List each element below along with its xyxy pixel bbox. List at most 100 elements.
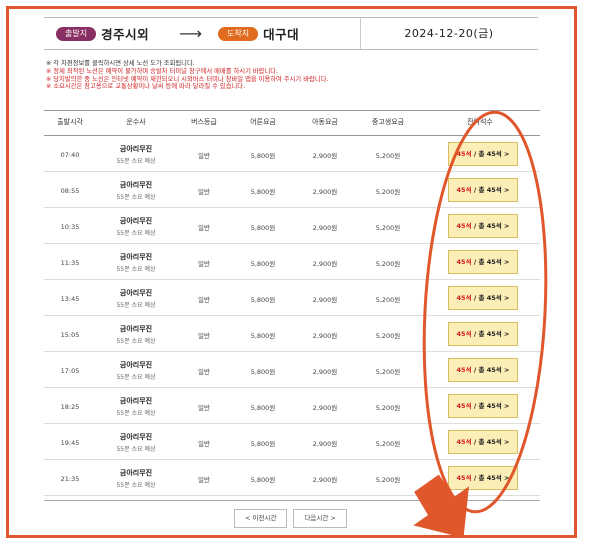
table-row[interactable]: 15:05 금아리무진 55분 소요 예상 일반 5,800원 2,900원 5,200원 4…	[44, 317, 540, 352]
bus-grade: 일반	[198, 475, 210, 484]
table-row[interactable]: 18:25 금아리무진 55분 소요 예상 일반 5,800원 2,900원 5,200원 4…	[44, 389, 540, 424]
adult-fare: 5,800원	[250, 439, 276, 448]
remaining-seats: 45석	[456, 150, 472, 158]
notice-item: ※ 소요시간은 참고용으로 교통상황이나 날씨 등에 따라 달라질 수 있습니다…	[46, 83, 246, 91]
remaining-seats: 45석	[456, 294, 472, 302]
departure-time: 17:05	[60, 366, 80, 375]
company-name: 금아리무진	[119, 433, 153, 441]
child-fare: 2,900원	[312, 187, 338, 196]
company-name: 금아리무진	[119, 289, 153, 297]
total-seats: / 총 45석 >	[473, 186, 510, 194]
company-name: 금아리무진	[119, 397, 153, 405]
table-row[interactable]: 07:40 금아리무진 55분 소요 예상 일반 5,800원 2,900원 5,200원 4…	[44, 137, 540, 172]
table-row[interactable]: 21:35 금아리무진 55분 소요 예상 일반 5,800원 2,900원 5,200원 4…	[44, 461, 540, 496]
seat-select-button[interactable]: 45석 / 총 45석 >	[448, 178, 518, 202]
table-row[interactable]: 08:55 금아리무진 55분 소요 예상 일반 5,800원 2,900원 5,200원 4…	[44, 173, 540, 208]
student-fare: 5,200원	[375, 259, 401, 268]
table-row[interactable]: 13:45 금아리무진 55분 소요 예상 일반 5,800원 2,900원 5,200원 4…	[44, 281, 540, 316]
company-cell: 금아리무진 55분 소요 예상	[96, 425, 176, 460]
route-header: 출발지 경주시외 ⟶ 도착지 대구대 2024-12-20(금)	[44, 17, 538, 50]
schedule-table: 출발시각 운수사 버스등급 어른요금 아동요금 중고생요금 잔여석수 07:40…	[44, 110, 540, 496]
company-cell: 금아리무진 55분 소요 예상	[96, 461, 176, 496]
remaining-seats: 45석	[456, 474, 472, 482]
header-company: 운수사	[126, 118, 146, 126]
company-cell: 금아리무진 55분 소요 예상	[96, 281, 176, 316]
table-body: 07:40 금아리무진 55분 소요 예상 일반 5,800원 2,900원 5,200원 4…	[44, 137, 540, 496]
travel-duration: 55분 소요 예상	[116, 374, 156, 381]
travel-duration: 55분 소요 예상	[116, 482, 156, 489]
adult-fare: 5,800원	[250, 295, 276, 304]
bus-grade: 일반	[198, 259, 210, 268]
table-header: 출발시각 운수사 버스등급 어른요금 아동요금 중고생요금 잔여석수	[44, 110, 540, 136]
company-name: 금아리무진	[119, 145, 153, 153]
total-seats: / 총 45석 >	[473, 258, 510, 266]
departure-city: 경주시외	[101, 27, 150, 42]
company-name: 금아리무진	[119, 361, 153, 369]
remaining-seats: 45석	[456, 186, 472, 194]
student-fare: 5,200원	[375, 475, 401, 484]
student-fare: 5,200원	[375, 223, 401, 232]
company-name: 금아리무진	[119, 217, 153, 225]
travel-duration: 55분 소요 예상	[116, 446, 156, 453]
adult-fare: 5,800원	[250, 151, 276, 160]
seat-select-button[interactable]: 45석 / 총 45석 >	[448, 214, 518, 238]
seat-select-button[interactable]: 45석 / 총 45석 >	[448, 322, 518, 346]
company-name: 금아리무진	[119, 469, 153, 477]
header-remaining-seats: 잔여석수	[467, 118, 493, 126]
company-cell: 금아리무진 55분 소요 예상	[96, 137, 176, 172]
travel-duration: 55분 소요 예상	[116, 410, 156, 417]
child-fare: 2,900원	[312, 259, 338, 268]
departure-time: 08:55	[60, 186, 80, 195]
departure-time: 11:35	[60, 258, 80, 267]
seat-select-button[interactable]: 45석 / 총 45석 >	[448, 250, 518, 274]
student-fare: 5,200원	[375, 331, 401, 340]
student-fare: 5,200원	[375, 187, 401, 196]
seat-select-button[interactable]: 45석 / 총 45석 >	[448, 430, 518, 454]
header-departure-time: 출발시각	[57, 118, 83, 126]
adult-fare: 5,800원	[250, 223, 276, 232]
company-cell: 금아리무진 55분 소요 예상	[96, 209, 176, 244]
company-cell: 금아리무진 55분 소요 예상	[96, 317, 176, 352]
previous-time-button[interactable]: < 이전시간	[234, 509, 288, 528]
departure-badge: 출발지	[56, 26, 97, 41]
departure-date: 2024-12-20(금)	[404, 27, 494, 40]
seat-select-button[interactable]: 45석 / 총 45석 >	[448, 358, 518, 382]
total-seats: / 총 45석 >	[473, 366, 510, 374]
seat-select-button[interactable]: 45석 / 총 45석 >	[448, 466, 518, 490]
bus-grade: 일반	[198, 403, 210, 412]
departure-time: 19:45	[60, 438, 80, 447]
next-time-button[interactable]: 다음시간 >	[293, 509, 347, 528]
departure-time: 13:45	[60, 294, 80, 303]
child-fare: 2,900원	[312, 367, 338, 376]
header-student-fare: 중고생요금	[371, 118, 405, 126]
child-fare: 2,900원	[312, 475, 338, 484]
table-row[interactable]: 11:35 금아리무진 55분 소요 예상 일반 5,800원 2,900원 5,200원 4…	[44, 245, 540, 280]
travel-duration: 55분 소요 예상	[116, 302, 156, 309]
table-row[interactable]: 17:05 금아리무진 55분 소요 예상 일반 5,800원 2,900원 5,200원 4…	[44, 353, 540, 388]
company-name: 금아리무진	[119, 325, 153, 333]
arrival-city: 대구대	[263, 27, 300, 42]
seat-select-button[interactable]: 45석 / 총 45석 >	[448, 286, 518, 310]
table-row[interactable]: 19:45 금아리무진 55분 소요 예상 일반 5,800원 2,900원 5,200원 4…	[44, 425, 540, 460]
seat-select-button[interactable]: 45석 / 총 45석 >	[448, 142, 518, 166]
seat-select-button[interactable]: 45석 / 총 45석 >	[448, 394, 518, 418]
table-row[interactable]: 10:35 금아리무진 55분 소요 예상 일반 5,800원 2,900원 5,200원 4…	[44, 209, 540, 244]
company-name: 금아리무진	[119, 181, 153, 189]
travel-duration: 55분 소요 예상	[116, 230, 156, 237]
bus-grade: 일반	[198, 151, 210, 160]
travel-duration: 55분 소요 예상	[116, 194, 156, 201]
departure-time: 21:35	[60, 474, 80, 483]
company-cell: 금아리무진 55분 소요 예상	[96, 245, 176, 280]
child-fare: 2,900원	[312, 295, 338, 304]
remaining-seats: 45석	[456, 330, 472, 338]
departure-time: 07:40	[60, 150, 80, 159]
arrival-badge: 도착지	[218, 26, 259, 41]
adult-fare: 5,800원	[250, 475, 276, 484]
total-seats: / 총 45석 >	[473, 402, 510, 410]
adult-fare: 5,800원	[250, 331, 276, 340]
remaining-seats: 45석	[456, 258, 472, 266]
header-adult-fare: 어른요금	[250, 118, 276, 126]
company-name: 금아리무진	[119, 253, 153, 261]
header-bus-grade: 버스등급	[191, 118, 217, 126]
company-cell: 금아리무진 55분 소요 예상	[96, 173, 176, 208]
